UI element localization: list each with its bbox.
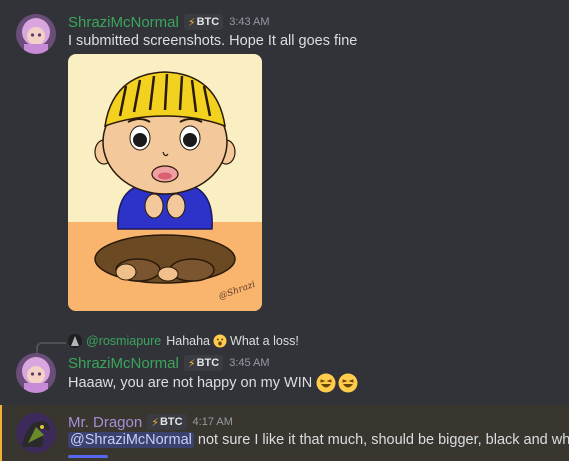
astonished-emoji-icon (213, 334, 227, 348)
bolt-icon: ⚡ (187, 357, 196, 370)
user-mention[interactable]: @ShraziMcNormal (68, 432, 194, 448)
reply-connector (36, 342, 66, 354)
badge-label: BTC (196, 357, 220, 369)
bolt-icon: ⚡ (151, 416, 159, 429)
laughing-emoji-icon (316, 373, 336, 393)
mention-highlight-bar (0, 405, 2, 461)
username[interactable]: ShraziMcNormal (68, 355, 179, 372)
reply-text-before: Hahaha (166, 334, 211, 348)
username[interactable]: ShraziMcNormal (68, 14, 179, 31)
avatar[interactable] (16, 353, 56, 393)
avatar[interactable] (16, 413, 56, 453)
reply-preview[interactable]: @rosmiapure Hahaha What a loss! (68, 332, 299, 350)
btc-badge[interactable]: ⚡ BTC (147, 414, 187, 430)
message-text: Haaaw, you are not happy on my WIN (68, 375, 313, 391)
badge-label: BTC (159, 416, 183, 428)
timestamp: 3:43 AM (229, 16, 270, 28)
message-header: Mr. Dragon ⚡ BTC 4:17 AM (68, 412, 233, 432)
message-text-row: Haaaw, you are not happy on my WIN (68, 373, 358, 393)
attachment-image[interactable]: @Shrazi (68, 54, 262, 311)
btc-badge[interactable]: ⚡ BTC (183, 355, 224, 371)
reply-text-after: What a loss! (230, 334, 299, 348)
bolt-icon: ⚡ (187, 16, 196, 29)
username[interactable]: Mr. Dragon (68, 414, 142, 431)
reply-username[interactable]: @rosmiapure (86, 334, 161, 348)
message-header: ShraziMcNormal ⚡ BTC 3:45 AM (68, 353, 270, 373)
message-text: not sure I like it that much, should be … (193, 432, 569, 448)
btc-badge[interactable]: ⚡ BTC (183, 14, 224, 30)
reply-avatar (68, 334, 82, 348)
message-text: I submitted screenshots. Hope It all goe… (68, 33, 358, 49)
badge-label: BTC (196, 16, 220, 28)
message-header: ShraziMcNormal ⚡ BTC 3:43 AM (68, 12, 270, 32)
message-text-row: @ShraziMcNormal not sure I like it that … (68, 432, 569, 448)
avatar[interactable] (16, 14, 56, 54)
timestamp: 3:45 AM (229, 357, 270, 369)
laughing-emoji-icon (338, 373, 358, 393)
timestamp: 4:17 AM (192, 416, 233, 428)
reaction-partial (68, 455, 108, 458)
chat-log: ShraziMcNormal ⚡ BTC 3:43 AM I submitted … (0, 0, 569, 461)
